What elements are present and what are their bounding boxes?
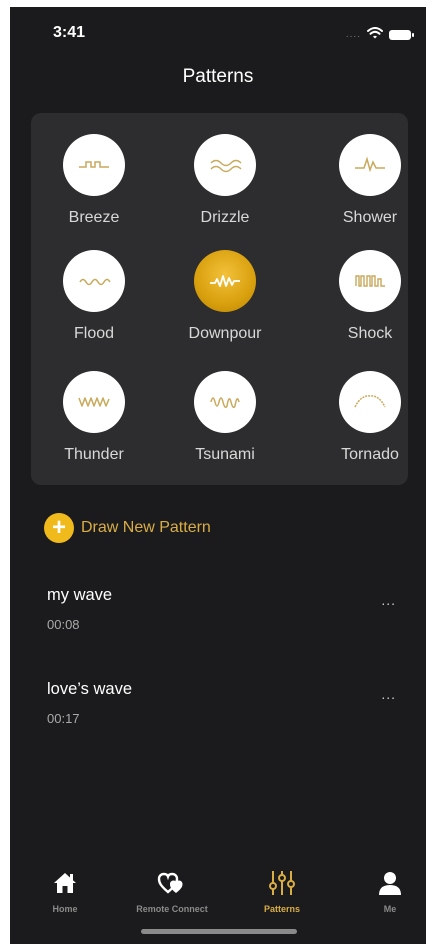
pattern-label: Thunder (64, 446, 124, 463)
pattern-circle (339, 250, 401, 312)
wave-duration: 00:17 (47, 711, 80, 726)
pattern-tornado[interactable]: Tornado (315, 371, 425, 464)
pattern-shower[interactable]: Shower (315, 134, 425, 227)
wave-name: my wave (47, 586, 113, 604)
tsunami-wave-icon (210, 397, 240, 409)
status-icons: .... (345, 26, 414, 44)
signal-icon: .... (345, 29, 361, 40)
tab-bar: Home Remote Connect Patterns Me (10, 862, 426, 922)
tab-label: Home (52, 904, 78, 914)
pattern-shock[interactable]: Shock (315, 250, 425, 343)
pattern-drizzle[interactable]: Drizzle (170, 134, 280, 227)
draw-new-pattern-label: Draw New Pattern (81, 519, 211, 536)
home-icon (54, 873, 76, 893)
pattern-label: Shock (347, 325, 393, 342)
home-indicator[interactable] (141, 929, 297, 934)
shower-wave-icon (355, 156, 385, 173)
wave-name: love’s wave (47, 680, 132, 698)
sliders-icon (269, 871, 295, 895)
battery-icon (389, 30, 414, 40)
breeze-wave-icon (79, 161, 109, 168)
pattern-circle (194, 134, 256, 196)
shock-wave-icon (355, 275, 385, 287)
draw-new-pattern-button[interactable]: + Draw New Pattern (44, 513, 211, 543)
pattern-tsunami[interactable]: Tsunami (170, 371, 280, 464)
more-options-icon[interactable]: ... (381, 686, 396, 702)
page-title: Patterns (182, 66, 254, 87)
status-bar: 3:41 .... (10, 7, 426, 57)
wifi-icon (367, 26, 383, 44)
pattern-label: Tsunami (195, 446, 255, 463)
pattern-circle (339, 371, 401, 433)
tab-patterns[interactable]: Patterns (230, 868, 334, 914)
pattern-circle (63, 371, 125, 433)
tab-label: Patterns (263, 904, 300, 914)
pattern-downpour[interactable]: Downpour (170, 250, 280, 343)
pattern-flood[interactable]: Flood (39, 250, 149, 343)
tornado-wave-icon (354, 395, 386, 408)
more-options-icon[interactable]: ... (381, 592, 396, 608)
person-icon (379, 872, 401, 895)
pattern-label: Breeze (68, 209, 120, 226)
hearts-icon (157, 872, 183, 894)
plus-icon: + (44, 513, 74, 543)
downpour-wave-icon (210, 275, 240, 287)
pattern-circle (63, 134, 125, 196)
drizzle-wave-icon (210, 159, 242, 173)
saved-wave-row[interactable]: my wave 00:08 ... (10, 586, 426, 666)
pattern-circle (63, 250, 125, 312)
tab-remote-connect[interactable]: Remote Connect (120, 868, 224, 914)
pattern-circle-selected (194, 250, 256, 312)
wave-duration: 00:08 (47, 617, 80, 632)
saved-wave-row[interactable]: love’s wave 00:17 ... (10, 680, 426, 760)
pattern-label: Flood (73, 325, 115, 342)
pattern-label: Tornado (341, 446, 399, 463)
pattern-thunder[interactable]: Thunder (39, 371, 149, 464)
pattern-label: Shower (342, 209, 398, 226)
flood-wave-icon (79, 278, 111, 286)
phone-screen: 3:41 .... Patterns Breeze Drizzle Shower… (10, 7, 426, 944)
tab-home[interactable]: Home (13, 868, 117, 914)
status-time: 3:41 (53, 24, 86, 41)
tab-label: Remote Connect (136, 904, 208, 914)
pattern-circle (194, 371, 256, 433)
pattern-label: Downpour (188, 325, 262, 342)
pattern-circle (339, 134, 401, 196)
tab-label: Me (383, 904, 397, 914)
thunder-wave-icon (78, 397, 110, 407)
tab-me[interactable]: Me (338, 868, 426, 914)
pattern-label: Drizzle (200, 209, 250, 226)
pattern-breeze[interactable]: Breeze (39, 134, 149, 227)
patterns-grid: Breeze Drizzle Shower Flood Downpour Sho… (31, 113, 408, 485)
